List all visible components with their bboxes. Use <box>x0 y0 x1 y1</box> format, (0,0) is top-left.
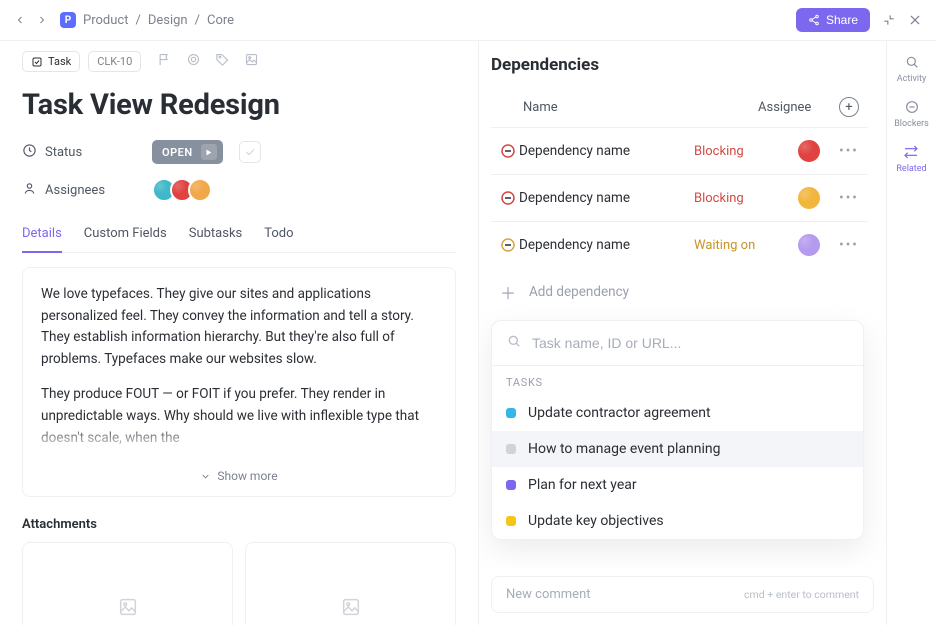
details-paragraph: We love typefaces. They give our sites a… <box>41 284 437 370</box>
dependency-row[interactable]: Dependency nameWaiting on ••• <box>491 221 868 268</box>
dependency-type: Blocking <box>694 144 782 159</box>
dependency-row[interactable]: Dependency nameBlocking ••• <box>491 174 868 221</box>
task-status-dot <box>506 444 516 454</box>
flag-icon[interactable] <box>157 52 172 71</box>
dependency-type-icon <box>497 142 519 160</box>
collapse-icon[interactable] <box>882 13 896 27</box>
task-option-label: How to manage event planning <box>528 441 720 457</box>
blockers-icon <box>903 98 921 116</box>
tab-custom-fields[interactable]: Custom Fields <box>84 216 167 252</box>
task-status-dot <box>506 480 516 490</box>
tab-todo[interactable]: Todo <box>264 216 293 252</box>
show-more-button[interactable]: Show more <box>41 463 437 486</box>
dependency-row[interactable]: Dependency nameBlocking ••• <box>491 127 868 174</box>
rail-label: Blockers <box>894 119 929 129</box>
breadcrumb-item[interactable]: Design <box>148 13 188 28</box>
comment-placeholder: New comment <box>506 587 591 602</box>
add-dependency-icon[interactable]: + <box>839 97 859 117</box>
task-option[interactable]: Update key objectives <box>492 503 863 539</box>
status-value: OPEN <box>162 146 193 159</box>
nav-forward[interactable] <box>36 14 48 26</box>
dependency-type: Blocking <box>694 191 782 206</box>
target-icon[interactable] <box>186 52 201 71</box>
breadcrumb-item[interactable]: Core <box>207 13 234 28</box>
dependency-assignee[interactable] <box>782 138 836 164</box>
status-chip[interactable]: OPEN <box>152 140 223 164</box>
task-status-dot <box>506 408 516 418</box>
image-icon[interactable] <box>244 52 259 71</box>
new-comment-input[interactable]: New comment cmd + enter to comment <box>491 576 874 613</box>
dependency-type-icon <box>497 189 519 207</box>
rail-blockers[interactable]: Blockers <box>894 98 929 129</box>
assignee-avatars[interactable] <box>152 178 212 202</box>
tasks-section-label: TASKS <box>492 366 863 395</box>
dependency-search-popover: TASKS Update contractor agreement How to … <box>491 320 864 540</box>
avatar[interactable] <box>188 178 212 202</box>
space-icon: P <box>60 12 76 28</box>
task-option-label: Plan for next year <box>528 477 637 493</box>
add-dependency-label: Add dependency <box>529 284 629 300</box>
tabs: Details Custom Fields Subtasks Todo <box>22 216 456 253</box>
kind-label: Task <box>48 55 71 68</box>
share-button[interactable]: Share <box>796 8 870 32</box>
task-option[interactable]: How to manage event planning <box>492 431 863 467</box>
search-icon <box>506 333 522 353</box>
assignees-label: Assignees <box>45 183 105 198</box>
kind-chip[interactable]: Task <box>22 51 80 72</box>
tab-subtasks[interactable]: Subtasks <box>189 216 243 252</box>
col-assignee: Assignee <box>758 100 836 115</box>
dependency-type-icon <box>497 236 519 254</box>
search-icon <box>903 53 921 71</box>
dependency-name: Dependency name <box>519 190 694 206</box>
attachment-placeholder[interactable] <box>245 542 456 625</box>
task-id-chip[interactable]: CLK-10 <box>88 51 141 72</box>
show-more-label: Show more <box>217 467 277 486</box>
rail-label: Related <box>896 164 926 174</box>
dependency-name: Dependency name <box>519 237 694 253</box>
dependency-name: Dependency name <box>519 143 694 159</box>
mark-complete-button[interactable] <box>239 141 261 163</box>
status-next-icon[interactable] <box>201 144 217 160</box>
col-name: Name <box>497 100 758 115</box>
details-card: We love typefaces. They give our sites a… <box>22 267 456 497</box>
dependency-assignee[interactable] <box>782 185 836 211</box>
row-more-icon[interactable]: ••• <box>836 237 862 253</box>
dependency-assignee[interactable] <box>782 232 836 258</box>
dependency-type: Waiting on <box>694 238 782 253</box>
rail-related[interactable]: Related <box>896 143 926 174</box>
dependency-search-input[interactable] <box>532 335 849 351</box>
comment-hint: cmd + enter to comment <box>744 588 859 601</box>
rail-label: Activity <box>897 74 926 84</box>
status-icon <box>22 143 37 162</box>
tab-details[interactable]: Details <box>22 216 62 253</box>
plus-icon: ＋ <box>497 280 519 304</box>
person-icon <box>22 181 37 200</box>
task-option[interactable]: Plan for next year <box>492 467 863 503</box>
page-title: Task View Redesign <box>22 88 456 122</box>
add-dependency-row[interactable]: ＋ Add dependency <box>491 268 868 316</box>
row-more-icon[interactable]: ••• <box>836 190 862 206</box>
related-icon <box>902 143 920 161</box>
attachments-title: Attachments <box>22 517 456 532</box>
task-option-label: Update key objectives <box>528 513 664 529</box>
task-status-dot <box>506 516 516 526</box>
breadcrumb: P Product / Design / Core <box>60 12 234 28</box>
close-icon[interactable] <box>908 13 922 27</box>
task-option[interactable]: Update contractor agreement <box>492 395 863 431</box>
rail-activity[interactable]: Activity <box>897 53 926 84</box>
status-label: Status <box>45 145 82 160</box>
share-label: Share <box>826 13 858 27</box>
tag-icon[interactable] <box>215 52 230 71</box>
breadcrumb-item[interactable]: Product <box>83 13 128 28</box>
dependencies-title: Dependencies <box>491 55 868 75</box>
attachment-placeholder[interactable] <box>22 542 233 625</box>
row-more-icon[interactable]: ••• <box>836 143 862 159</box>
task-option-label: Update contractor agreement <box>528 405 711 421</box>
nav-back[interactable] <box>14 14 26 26</box>
